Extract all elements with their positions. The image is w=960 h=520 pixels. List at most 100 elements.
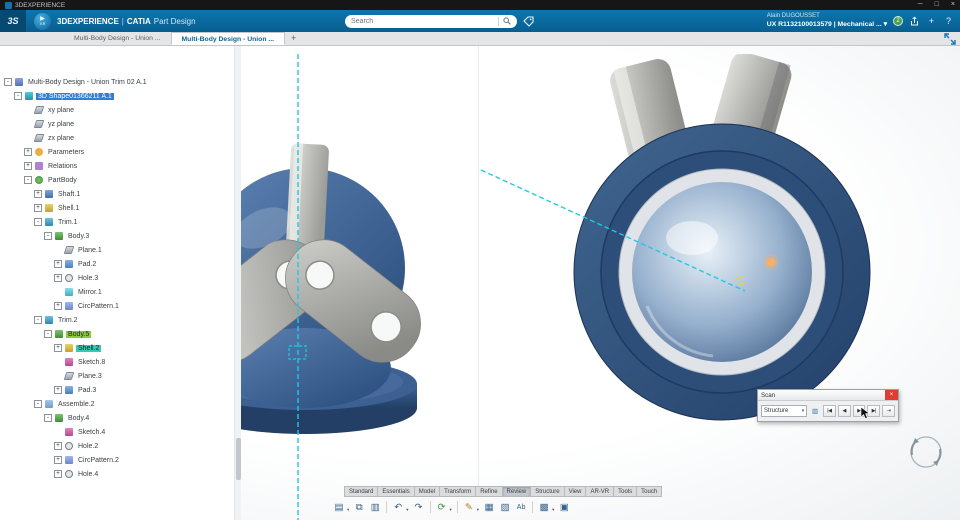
- tab-touch[interactable]: Touch: [636, 486, 663, 497]
- tab-model[interactable]: Model: [413, 486, 440, 497]
- tree-item-trim2[interactable]: - Trim.2: [0, 313, 234, 327]
- chevron-down-icon[interactable]: ▾: [406, 507, 408, 513]
- expander-icon[interactable]: +: [54, 456, 62, 464]
- close-button[interactable]: ×: [951, 0, 955, 10]
- scan-dialog[interactable]: Scan × Structure ▾ ▥ |◀ ◀ ▶ ▶| ⇥: [757, 389, 899, 422]
- copy-button[interactable]: ⧉: [352, 500, 366, 515]
- text-check-button[interactable]: Ab: [514, 500, 528, 515]
- update-button[interactable]: ⟳: [435, 500, 449, 515]
- scan-previous-button[interactable]: ◀: [837, 405, 851, 417]
- add-icon[interactable]: +: [926, 16, 937, 26]
- tab-tools[interactable]: Tools: [613, 486, 637, 497]
- search-input[interactable]: [351, 17, 494, 25]
- tree-item-hole2[interactable]: + Hole.2: [0, 439, 234, 453]
- expand-viewport-icon[interactable]: [944, 32, 956, 45]
- tag-icon[interactable]: [523, 16, 534, 27]
- tree-item-plane3[interactable]: Plane.3: [0, 369, 234, 383]
- 3d-part-top-view[interactable]: [555, 54, 889, 434]
- expander-icon[interactable]: +: [54, 386, 62, 394]
- undo-button[interactable]: ↶: [391, 500, 405, 515]
- expander-icon[interactable]: -: [34, 316, 42, 324]
- tree-item-hole3[interactable]: + Hole.3: [0, 271, 234, 285]
- chevron-down-icon[interactable]: ▾: [347, 507, 349, 513]
- scan-mode-dropdown[interactable]: Structure ▾: [761, 405, 808, 417]
- tree-item-plane1[interactable]: Plane.1: [0, 243, 234, 257]
- tab-transform[interactable]: Transform: [439, 486, 476, 497]
- expander-icon[interactable]: -: [44, 414, 52, 422]
- tree-item-shell1[interactable]: + Shell.1: [0, 201, 234, 215]
- workspace-selector[interactable]: UX R1132100013579 | Mechanical ... ▾: [767, 21, 887, 29]
- tab-structure[interactable]: Structure: [530, 486, 564, 497]
- tree-item-shell2[interactable]: + Shell.2: [0, 341, 234, 355]
- search-bar[interactable]: [345, 14, 517, 28]
- scan-next-button[interactable]: ▶: [852, 405, 866, 417]
- tree-item-circpattern2[interactable]: + CircPattern.2: [0, 453, 234, 467]
- scan-dialog-titlebar[interactable]: Scan ×: [758, 390, 898, 401]
- 3ds-logo[interactable]: 3S: [0, 10, 26, 32]
- minimize-button[interactable]: ─: [918, 0, 923, 10]
- tree-item-pad2[interactable]: + Pad.2: [0, 257, 234, 271]
- tree-item-shape[interactable]: - 3D Shape01366211 A.1: [0, 89, 234, 103]
- status-badge[interactable]: 2: [893, 16, 903, 26]
- compass-button[interactable]: ▶ V.R: [34, 12, 51, 30]
- tree-item-relations[interactable]: + Relations: [0, 159, 234, 173]
- tab-view[interactable]: View: [563, 486, 586, 497]
- new-tab-button[interactable]: +: [285, 32, 302, 45]
- expander-icon[interactable]: -: [44, 232, 52, 240]
- tab-review[interactable]: Review: [501, 486, 531, 497]
- expander-icon[interactable]: +: [34, 204, 42, 212]
- user-info[interactable]: Alain DUGOUSSET UX R1132100013579 | Mech…: [767, 13, 887, 29]
- tree-item-shaft1[interactable]: + Shaft.1: [0, 187, 234, 201]
- tree-item-pad3[interactable]: + Pad.3: [0, 383, 234, 397]
- clipboard-button[interactable]: ▥: [368, 500, 382, 515]
- tree-item-yz-plane[interactable]: yz plane: [0, 117, 234, 131]
- display-button[interactable]: ▩: [537, 500, 551, 515]
- tree-scrollbar[interactable]: [234, 46, 241, 520]
- tree-item-root[interactable]: - Multi-Body Design - Union Trim 02 A.1: [0, 75, 234, 89]
- expander-icon[interactable]: +: [54, 260, 62, 268]
- redo-button[interactable]: ↷: [412, 500, 426, 515]
- tree-item-trim1[interactable]: - Trim.1: [0, 215, 234, 229]
- tree-item-assemble2[interactable]: - Assemble.2: [0, 397, 234, 411]
- chevron-down-icon[interactable]: ▾: [450, 507, 452, 513]
- paste-button[interactable]: ▤: [332, 500, 346, 515]
- expander-icon[interactable]: -: [4, 78, 12, 86]
- expander-icon[interactable]: +: [54, 302, 62, 310]
- maximize-button[interactable]: □: [935, 0, 939, 10]
- expander-icon[interactable]: -: [24, 176, 32, 184]
- scan-first-button[interactable]: |◀: [823, 405, 836, 417]
- snapshot-button[interactable]: ▧: [498, 500, 512, 515]
- tree-item-partbody[interactable]: - PartBody: [0, 173, 234, 187]
- tab-ar-vr[interactable]: AR-VR: [585, 486, 614, 497]
- expander-icon[interactable]: +: [54, 442, 62, 450]
- scan-exit-button[interactable]: ⇥: [882, 405, 896, 417]
- section-button[interactable]: ▦: [482, 500, 496, 515]
- tree-item-sketch8[interactable]: Sketch.8: [0, 355, 234, 369]
- doc-tab-2-active[interactable]: Multi-Body Design - Union ...: [170, 32, 286, 45]
- doc-tab-1[interactable]: Multi-Body Design - Union ...: [64, 32, 171, 45]
- chevron-down-icon[interactable]: ▾: [477, 507, 479, 513]
- expander-icon[interactable]: -: [44, 330, 52, 338]
- share-icon[interactable]: [909, 16, 920, 26]
- tab-essentials[interactable]: Essentials: [377, 486, 414, 497]
- expander-icon[interactable]: +: [54, 470, 62, 478]
- chevron-down-icon[interactable]: ▾: [552, 507, 554, 513]
- tree-item-body4[interactable]: - Body.4: [0, 411, 234, 425]
- search-icon[interactable]: [503, 17, 511, 25]
- expander-icon[interactable]: -: [14, 92, 22, 100]
- tree-item-body3[interactable]: - Body.3: [0, 229, 234, 243]
- expander-icon[interactable]: +: [54, 274, 62, 282]
- tab-standard[interactable]: Standard: [344, 486, 378, 497]
- expander-icon[interactable]: -: [34, 218, 42, 226]
- help-icon[interactable]: ?: [943, 16, 954, 26]
- tree-item-mirror1[interactable]: Mirror.1: [0, 285, 234, 299]
- tree-item-circpattern1[interactable]: + CircPattern.1: [0, 299, 234, 313]
- scan-close-button[interactable]: ×: [885, 390, 898, 400]
- expander-icon[interactable]: +: [54, 344, 62, 352]
- scrollbar-thumb[interactable]: [236, 438, 241, 480]
- tree-item-parameters[interactable]: + Parameters: [0, 145, 234, 159]
- options-button[interactable]: ▣: [557, 500, 571, 515]
- scan-last-button[interactable]: ▶|: [867, 405, 881, 417]
- view-rotation-compass[interactable]: [902, 428, 950, 476]
- expander-icon[interactable]: +: [24, 162, 32, 170]
